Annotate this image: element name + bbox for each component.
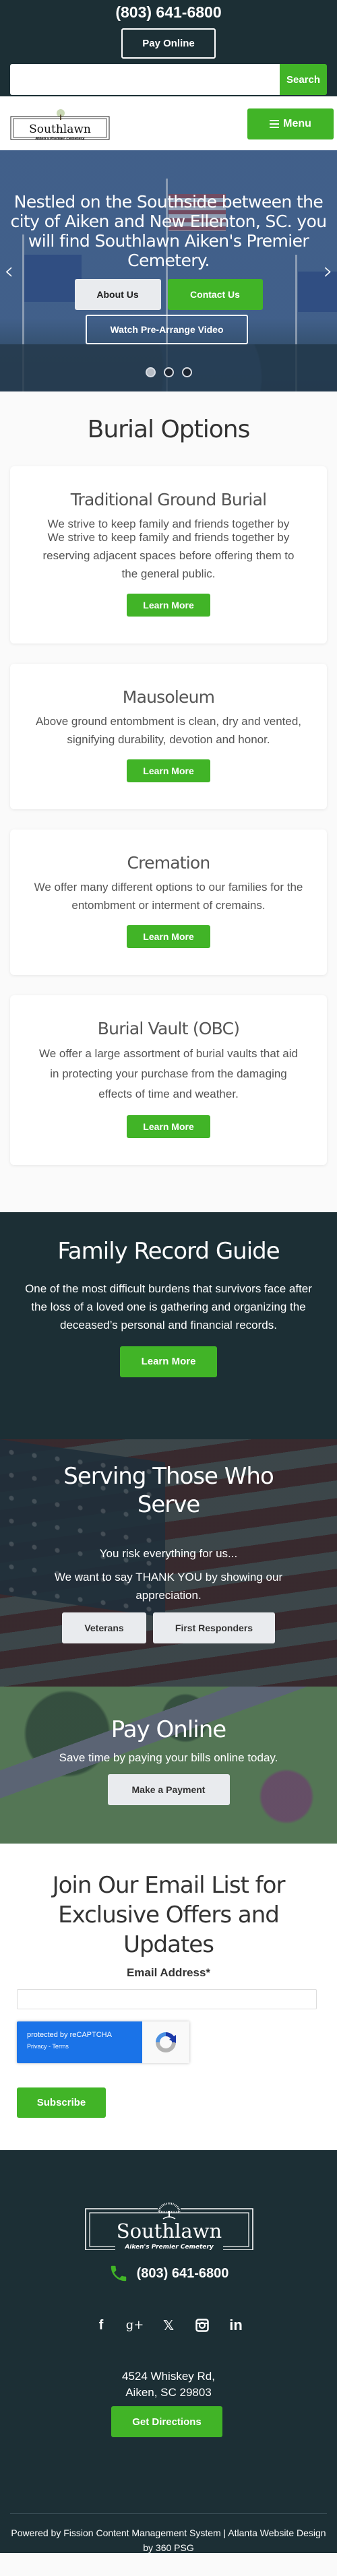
learn-more-button[interactable]: Learn More — [127, 1115, 210, 1138]
logo-tagline: Aiken's Premier Cemetery — [35, 137, 86, 141]
make-payment-button[interactable]: Make a Payment — [107, 1774, 230, 1805]
card-text: We strive to keep family and friends tog… — [42, 531, 295, 580]
burial-options-title: Burial Options — [87, 416, 251, 443]
watch-video-button[interactable]: Watch Pre-Arrange Video — [86, 315, 248, 344]
hero-headline: Nestled on the Southside between the cit… — [10, 192, 327, 270]
logo-name: Southlawn — [29, 123, 91, 136]
phone-icon — [111, 2265, 126, 2282]
card-text-duplicate: We strive to keep family and friends tog… — [47, 517, 290, 530]
hero-slider: Nestled on the Southside between the cit… — [0, 150, 337, 391]
address-line-2: Aiken, SC 29803 — [125, 2386, 212, 2399]
hamburger-icon — [270, 120, 280, 128]
get-directions-button[interactable]: Get Directions — [111, 2406, 222, 2437]
serving-line-1: You risk everything for us... — [99, 1547, 238, 1560]
card-text: We offer a large assortment of burial va… — [39, 1047, 298, 1100]
footer-logo[interactable]: Southlawn Aiken's Premier Cemetery — [85, 2199, 253, 2250]
learn-more-button[interactable]: Learn More — [127, 925, 210, 948]
card-title: Mausoleum — [122, 687, 215, 707]
chevron-right-icon[interactable]: › — [324, 259, 333, 284]
header-phone-link[interactable]: (803) 641-6800 — [0, 1, 337, 23]
address-line-1: 4524 Whiskey Rd, — [122, 2370, 215, 2383]
burial-card-vault: Burial Vault (OBC) We offer a large asso… — [10, 995, 327, 1165]
pay-online-text: Save time by paying your bills online to… — [59, 1751, 278, 1764]
learn-more-button[interactable]: Learn More — [127, 594, 210, 617]
card-title: Cremation — [127, 853, 211, 873]
email-input[interactable] — [17, 1989, 317, 2009]
burial-options-section: Burial Options Traditional Ground Burial… — [0, 391, 337, 1212]
card-text: We offer many different options to our f… — [34, 881, 303, 912]
hero-buttons: About Us Contact Us — [0, 279, 337, 310]
search-button[interactable]: Search — [280, 64, 327, 95]
top-bar: (803) 641-6800 Pay Online Search — [0, 0, 337, 96]
footer: Southlawn Aiken's Premier Cemetery (803)… — [0, 2150, 337, 2553]
serving-line-2: We want to say THANK YOU by showing our … — [54, 1571, 283, 1602]
footer-address: 4524 Whiskey Rd, Aiken, SC 29803 — [0, 2368, 337, 2401]
email-label: Email Address* — [126, 1966, 211, 1979]
contact-us-button[interactable]: Contact Us — [167, 279, 263, 310]
search-form: Search — [10, 64, 327, 95]
linkedin-icon[interactable]: in — [228, 2317, 243, 2333]
card-text-overlap: We strive to keep family and friends tog… — [30, 511, 307, 534]
burial-card-traditional: Traditional Ground Burial We strive to k… — [10, 466, 327, 643]
email-signup-title: Join Our Email List for Exclusive Offers… — [52, 1872, 286, 1958]
recaptcha-text: protected by reCAPTCHA — [27, 2031, 112, 2039]
instagram-icon[interactable] — [195, 2317, 210, 2333]
subscribe-button[interactable]: Subscribe — [17, 2087, 106, 2118]
recaptcha-badge[interactable]: protected by reCAPTCHA Privacy - Terms — [17, 2021, 189, 2063]
learn-more-button[interactable]: Learn More — [127, 759, 210, 782]
recaptcha-icon — [156, 2032, 176, 2052]
pay-online-title: Pay Online — [111, 1716, 226, 1743]
serving-title: Serving Those Who Serve — [63, 1463, 274, 1518]
pay-online-button[interactable]: Pay Online — [121, 28, 216, 59]
x-twitter-icon[interactable]: 𝕏 — [161, 2317, 176, 2333]
slider-dots — [0, 367, 337, 377]
email-signup-section: Join Our Email List for Exclusive Offers… — [0, 1844, 337, 2150]
tree-icon — [158, 2202, 181, 2220]
card-text: Above ground entombment is clean, dry an… — [35, 715, 302, 746]
card-title: Traditional Ground Burial — [70, 490, 267, 509]
first-responders-button[interactable]: First Responders — [153, 1612, 275, 1643]
burial-card-mausoleum: Mausoleum Above ground entombment is cle… — [10, 664, 327, 809]
footer-logo-tagline: Aiken's Premier Cemetery — [124, 2244, 214, 2250]
social-links: f g+ 𝕏 in — [0, 2317, 337, 2334]
family-record-title: Family Record Guide — [57, 1238, 280, 1265]
family-learn-more-button[interactable]: Learn More — [120, 1346, 217, 1377]
recaptcha-links[interactable]: Privacy - Terms — [27, 2043, 142, 2050]
about-us-button[interactable]: About Us — [74, 279, 161, 310]
search-input[interactable] — [10, 64, 280, 95]
card-title: Burial Vault (OBC) — [97, 1019, 240, 1038]
menu-button[interactable]: Menu — [247, 108, 334, 139]
footer-logo-name: Southlawn — [117, 2220, 222, 2242]
southlawn-logo[interactable]: Southlawn Aiken's Premier Cemetery — [10, 108, 110, 142]
family-record-section: Family Record Guide One of the most diff… — [0, 1212, 337, 1439]
footer-divider — [10, 2513, 327, 2514]
slider-dot-2[interactable] — [163, 367, 174, 377]
facebook-icon[interactable]: f — [94, 2317, 109, 2333]
powered-by-text[interactable]: Powered by Fission Content Management Sy… — [7, 2525, 330, 2555]
slider-dot-1[interactable] — [145, 367, 156, 377]
main-nav: Southlawn Aiken's Premier Cemetery Menu — [0, 96, 337, 150]
menu-label: Menu — [283, 118, 311, 129]
chevron-left-icon[interactable]: ‹ — [4, 259, 13, 284]
veterans-button[interactable]: Veterans — [62, 1612, 146, 1643]
pay-online-section: Pay Online Save time by paying your bill… — [0, 1687, 337, 1844]
family-record-text: One of the most difficult burdens that s… — [25, 1282, 312, 1331]
burial-card-cremation: Cremation We offer many different option… — [10, 829, 327, 975]
serving-section: Serving Those Who Serve You risk everyth… — [0, 1439, 337, 1687]
slider-dot-3[interactable] — [181, 367, 192, 377]
footer-phone[interactable]: (803) 641-6800 — [0, 2263, 337, 2284]
footer-phone-number: (803) 641-6800 — [136, 2265, 229, 2281]
google-plus-icon[interactable]: g+ — [126, 2317, 144, 2333]
